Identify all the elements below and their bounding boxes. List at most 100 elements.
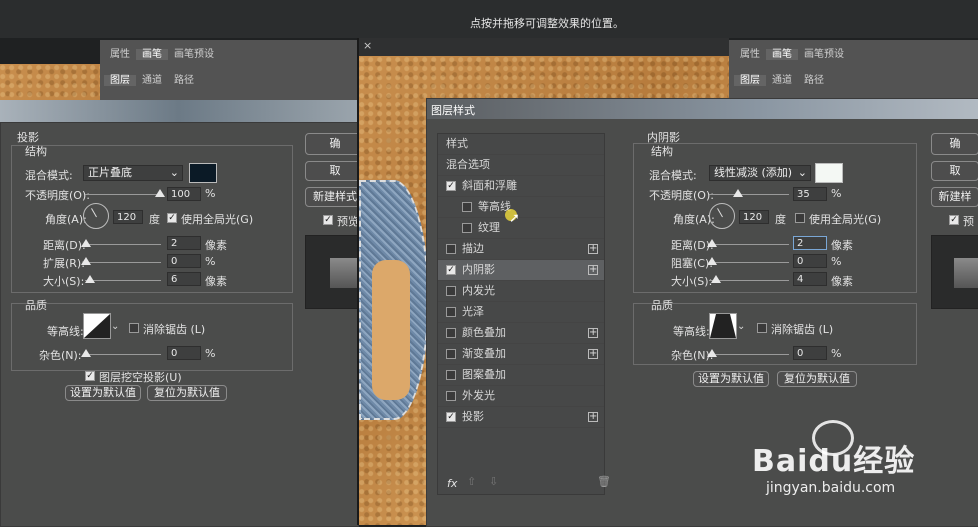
reset-default-button[interactable]: 复位为默认值 — [147, 385, 227, 401]
ok-button[interactable]: 确 — [305, 133, 365, 155]
spread-input[interactable]: 0 — [167, 254, 201, 268]
trash-icon[interactable]: 🗑 — [597, 475, 611, 488]
angle-input[interactable]: 120 — [113, 210, 143, 224]
size-input[interactable]: 6 — [167, 272, 201, 286]
antialias-checkbox-right[interactable] — [757, 323, 767, 333]
close-icon[interactable]: × — [363, 39, 372, 52]
effect-checkbox[interactable] — [446, 391, 456, 401]
noise-slider[interactable] — [85, 354, 161, 355]
distance-slider-knob-right[interactable] — [707, 239, 717, 247]
effect-checkbox[interactable]: ✓ — [446, 412, 456, 422]
tab-properties[interactable]: 属性 — [104, 49, 136, 60]
move-down-icon[interactable]: ⇩ — [489, 475, 498, 488]
make-default-button-right[interactable]: 设置为默认值 — [693, 371, 769, 387]
tab-brush-presets[interactable]: 画笔预设 — [168, 49, 220, 60]
distance-slider-knob[interactable] — [81, 239, 91, 247]
blend-options-item[interactable]: 混合选项 — [438, 155, 604, 176]
tab-channels-right[interactable]: 通道 — [766, 75, 798, 86]
antialias-checkbox[interactable] — [129, 323, 139, 333]
dialog-titlebar-left[interactable] — [0, 100, 357, 122]
size-slider-knob-right[interactable] — [711, 275, 721, 283]
angle-dial-right[interactable] — [709, 203, 735, 229]
tab-brush-presets-right[interactable]: 画笔预设 — [798, 49, 850, 60]
dialog-titlebar-right[interactable] — [427, 99, 978, 119]
make-default-button[interactable]: 设置为默认值 — [65, 385, 141, 401]
effect-item[interactable]: ✓ 斜面和浮雕 — [438, 176, 604, 197]
global-light-checkbox[interactable]: ✓ — [167, 213, 177, 223]
blend-mode-select-right[interactable]: 线性减淡 (添加) ⌄ — [709, 165, 811, 181]
effect-item[interactable]: 纹理 — [438, 218, 604, 239]
effect-checkbox[interactable]: ✓ — [446, 181, 456, 191]
contour-preview-right[interactable] — [709, 313, 737, 339]
angle-dial[interactable] — [83, 203, 109, 229]
effect-checkbox[interactable] — [462, 202, 472, 212]
preview-checkbox-right[interactable]: ✓ — [949, 215, 959, 225]
ok-button-right[interactable]: 确 — [931, 133, 978, 155]
cancel-button-right[interactable]: 取 — [931, 161, 978, 181]
noise-slider-knob[interactable] — [81, 349, 91, 357]
fx-icon[interactable]: fx — [447, 477, 457, 490]
distance-input[interactable]: 2 — [167, 236, 201, 250]
blend-mode-select[interactable]: 正片叠底 ⌄ — [83, 165, 183, 181]
effect-item[interactable]: 外发光 — [438, 386, 604, 407]
tab-properties-right[interactable]: 属性 — [734, 49, 766, 60]
add-effect-plus-icon[interactable]: + — [588, 244, 598, 254]
contour-preview[interactable] — [83, 313, 111, 339]
effect-item[interactable]: ✓ 投影 + — [438, 407, 604, 428]
reset-default-button-right[interactable]: 复位为默认值 — [777, 371, 857, 387]
spread-slider-knob[interactable] — [81, 257, 91, 265]
knockout-checkbox[interactable]: ✓ — [85, 371, 95, 381]
effect-item[interactable]: 渐变叠加 + — [438, 344, 604, 365]
inner-shadow-color-swatch[interactable] — [815, 163, 843, 183]
effect-item[interactable]: 内发光 — [438, 281, 604, 302]
effect-item[interactable]: 描边 + — [438, 239, 604, 260]
effect-checkbox[interactable] — [446, 349, 456, 359]
tab-brush-right[interactable]: 画笔 — [766, 49, 798, 60]
effect-item[interactable]: 光泽 — [438, 302, 604, 323]
size-slider-knob[interactable] — [85, 275, 95, 283]
effect-checkbox[interactable] — [446, 286, 456, 296]
spread-slider[interactable] — [85, 262, 161, 263]
choke-slider-knob-right[interactable] — [707, 257, 717, 265]
effect-checkbox[interactable] — [446, 244, 456, 254]
noise-input[interactable]: 0 — [167, 346, 201, 360]
opacity-slider-knob-right[interactable] — [733, 189, 743, 197]
effect-checkbox[interactable] — [446, 307, 456, 317]
choke-slider-right[interactable] — [709, 262, 789, 263]
tab-layers-right[interactable]: 图层 — [734, 75, 766, 86]
size-slider-right[interactable] — [709, 280, 789, 281]
tab-brush[interactable]: 画笔 — [136, 49, 168, 60]
effect-item[interactable]: 图案叠加 — [438, 365, 604, 386]
new-style-button[interactable]: 新建样式 — [305, 187, 365, 207]
choke-input-right[interactable]: 0 — [793, 254, 827, 268]
add-effect-plus-icon[interactable]: + — [588, 349, 598, 359]
tab-paths-right[interactable]: 路径 — [798, 75, 830, 86]
tab-layers[interactable]: 图层 — [104, 75, 136, 86]
size-input-right[interactable]: 4 — [793, 272, 827, 286]
opacity-input-right[interactable]: 35 — [793, 187, 827, 201]
styles-header[interactable]: 样式 — [438, 134, 604, 155]
size-slider[interactable] — [85, 280, 161, 281]
effect-item[interactable]: 等高线 — [438, 197, 604, 218]
add-effect-plus-icon[interactable]: + — [588, 412, 598, 422]
noise-input-right[interactable]: 0 — [793, 346, 827, 360]
distance-slider[interactable] — [85, 244, 161, 245]
opacity-slider-knob[interactable] — [155, 189, 165, 197]
cancel-button[interactable]: 取 — [305, 161, 365, 181]
new-style-button-right[interactable]: 新建样 — [931, 187, 978, 207]
add-effect-plus-icon[interactable]: + — [588, 328, 598, 338]
opacity-slider-right[interactable] — [709, 194, 789, 195]
distance-slider-right[interactable] — [709, 244, 789, 245]
opacity-slider[interactable] — [85, 194, 161, 195]
contour-dropdown-chevron-icon[interactable]: ⌄ — [737, 321, 745, 332]
move-up-icon[interactable]: ⇧ — [467, 475, 476, 488]
noise-slider-right[interactable] — [709, 354, 789, 355]
effect-item[interactable]: 颜色叠加 + — [438, 323, 604, 344]
noise-slider-knob-right[interactable] — [707, 349, 717, 357]
effect-checkbox[interactable] — [446, 370, 456, 380]
tab-paths[interactable]: 路径 — [168, 75, 200, 86]
preview-checkbox[interactable]: ✓ — [323, 215, 333, 225]
contour-dropdown-chevron-icon[interactable]: ⌄ — [111, 321, 119, 332]
effect-item[interactable]: ✓ 内阴影 + — [438, 260, 604, 281]
angle-input-right[interactable]: 120 — [739, 210, 769, 224]
